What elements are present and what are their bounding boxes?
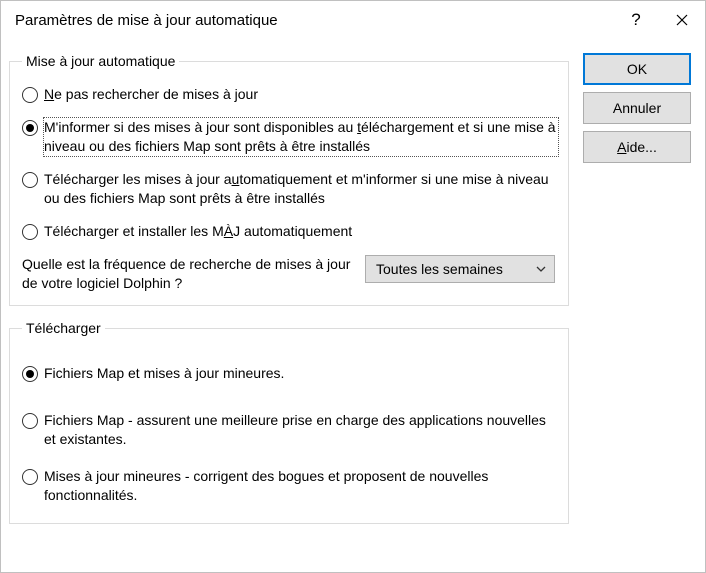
radio-label: M'informer si des mises à jour sont disp… <box>44 118 558 156</box>
radio-dl-map[interactable]: Fichiers Map - assurent une meilleure pr… <box>22 411 558 449</box>
radio-icon <box>22 172 38 188</box>
group-download: Télécharger Fichiers Map et mises à jour… <box>9 320 569 524</box>
group-auto-update: Mise à jour automatique Ne pas recherche… <box>9 53 569 306</box>
cancel-button[interactable]: Annuler <box>583 92 691 124</box>
radio-label: Télécharger et installer les MÀJ automat… <box>44 222 352 241</box>
chevron-down-icon <box>536 266 546 272</box>
ok-button[interactable]: OK <box>583 53 691 85</box>
help-icon[interactable]: ? <box>613 1 659 39</box>
titlebar-buttons: ? <box>613 1 705 39</box>
radio-label: Télécharger les mises à jour automatique… <box>44 170 558 208</box>
frequency-select[interactable]: Toutes les semaines <box>365 255 555 283</box>
titlebar: Paramètres de mise à jour automatique ? <box>1 1 705 39</box>
radio-label: Fichiers Map et mises à jour mineures. <box>44 364 284 383</box>
group-auto-update-legend: Mise à jour automatique <box>22 53 179 69</box>
help-button[interactable]: Aide... <box>583 131 691 163</box>
radio-label: Ne pas rechercher de mises à jour <box>44 85 258 104</box>
radio-icon <box>22 120 38 136</box>
radio-icon <box>22 366 38 382</box>
radio-icon <box>22 413 38 429</box>
radio-dl-minor[interactable]: Mises à jour mineures - corrigent des bo… <box>22 467 558 505</box>
radio-icon <box>22 224 38 240</box>
group-download-legend: Télécharger <box>22 320 105 336</box>
frequency-value: Toutes les semaines <box>376 261 503 277</box>
frequency-label: Quelle est la fréquence de recherche de … <box>22 255 357 293</box>
close-icon[interactable] <box>659 1 705 39</box>
radio-dl-both[interactable]: Fichiers Map et mises à jour mineures. <box>22 364 558 383</box>
window-title: Paramètres de mise à jour automatique <box>15 12 278 29</box>
radio-label: Mises à jour mineures - corrigent des bo… <box>44 467 558 505</box>
radio-label: Fichiers Map - assurent une meilleure pr… <box>44 411 558 449</box>
radio-download-notify[interactable]: Télécharger les mises à jour automatique… <box>22 170 558 208</box>
radio-icon <box>22 87 38 103</box>
radio-no-check[interactable]: Ne pas rechercher de mises à jour <box>22 85 558 104</box>
radio-icon <box>22 469 38 485</box>
radio-auto-install[interactable]: Télécharger et installer les MÀJ automat… <box>22 222 558 241</box>
radio-notify[interactable]: M'informer si des mises à jour sont disp… <box>22 118 558 156</box>
